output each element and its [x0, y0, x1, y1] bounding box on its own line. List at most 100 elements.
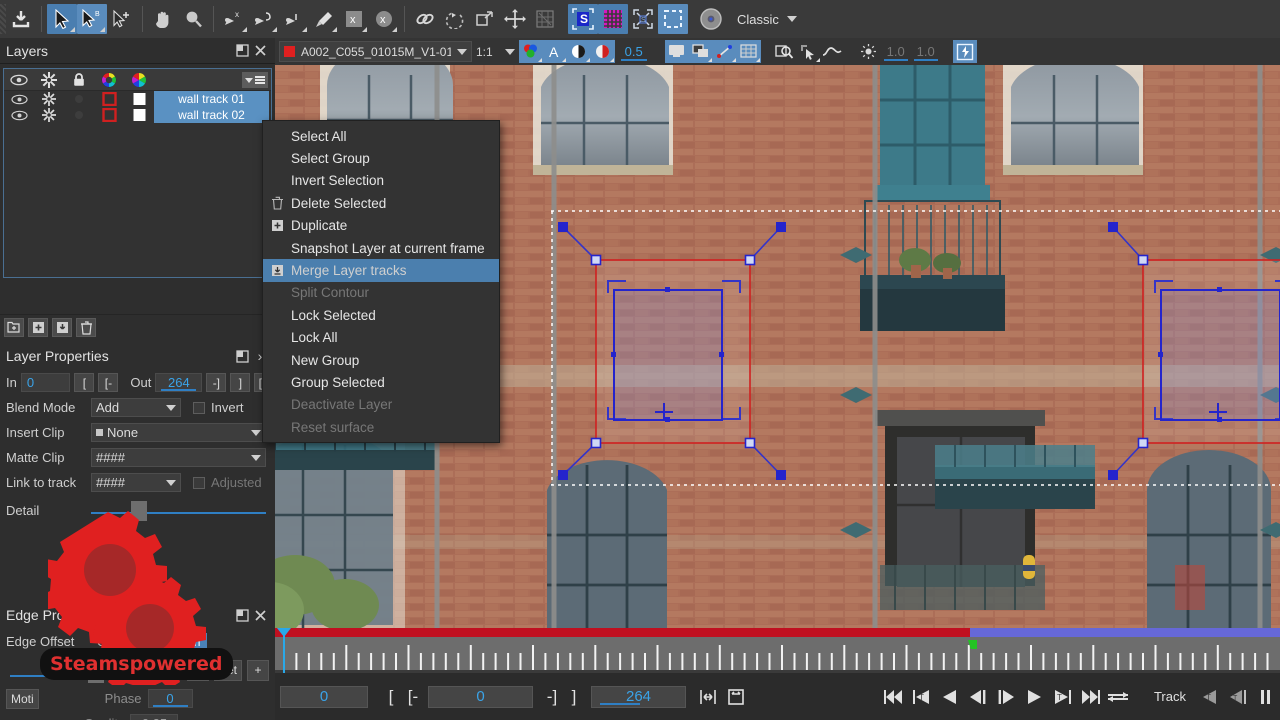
select-b-tool[interactable]: B [77, 4, 107, 34]
layer-context-menu[interactable]: Select All Select Group Invert Selection… [262, 120, 500, 444]
step-forward-button[interactable] [992, 683, 1020, 711]
set-out-minus-button[interactable]: -] [541, 687, 563, 707]
link-to-track-dropdown[interactable]: #### [91, 473, 181, 492]
track-backward-button[interactable]: T [1196, 683, 1224, 711]
gamma-field[interactable]: 1.0 [881, 44, 911, 61]
out-minus-bracket-button[interactable]: -] [206, 373, 227, 392]
magnifier-icon[interactable] [178, 4, 208, 34]
go-to-end-button[interactable] [1076, 683, 1104, 711]
out-field[interactable]: 264 [155, 373, 203, 392]
menu-item-select-group[interactable]: Select Group [263, 147, 499, 169]
lightning-icon[interactable] [952, 40, 977, 63]
next-keyframe-button[interactable]: T [1048, 683, 1076, 711]
menu-item-select-all[interactable]: Select All [263, 125, 499, 147]
link-icon[interactable] [410, 4, 440, 34]
trim-out-icon[interactable] [722, 683, 750, 711]
set-in-minus-button[interactable]: [- [402, 687, 424, 707]
close-icon[interactable] [251, 606, 269, 624]
play-forward-button[interactable] [1020, 683, 1048, 711]
layer-fill-swatch[interactable] [124, 92, 154, 106]
menu-item-duplicate[interactable]: Duplicate [263, 215, 499, 237]
pen-magnetic-icon[interactable] [279, 4, 309, 34]
eye-icon[interactable] [4, 74, 34, 86]
layer-outline-icon[interactable] [688, 40, 713, 63]
pen-bezier-icon[interactable] [249, 4, 279, 34]
adjusted-checkbox[interactable] [193, 476, 205, 489]
blend-mode-dropdown[interactable]: Add [91, 398, 181, 417]
in-field[interactable]: 0 [20, 373, 71, 392]
float-panel-icon[interactable] [233, 42, 251, 60]
monitor-view-icon[interactable] [664, 40, 689, 63]
color-wheel-icon[interactable] [94, 72, 124, 88]
add-layer-icon[interactable] [28, 318, 48, 337]
motion-button[interactable]: Moti [6, 688, 39, 709]
mesh-icon[interactable] [530, 4, 560, 34]
export-icon[interactable] [6, 4, 36, 34]
menu-item-merge-layer-tracks[interactable]: Merge Layer tracks [263, 259, 499, 282]
box-x-icon[interactable]: x [339, 4, 369, 34]
gear-icon[interactable] [34, 108, 64, 122]
float-panel-icon[interactable] [233, 606, 251, 624]
set-in-bracket-button[interactable]: [ [380, 687, 402, 707]
brush-icon[interactable] [309, 4, 339, 34]
quality-field[interactable]: 0.25 [130, 714, 179, 720]
in-bracket-minus-button[interactable]: [- [98, 373, 119, 392]
circle-x-icon[interactable]: x [369, 4, 399, 34]
go-to-start-button[interactable] [880, 683, 908, 711]
frame-ruler[interactable] [275, 628, 1280, 673]
opacity-field[interactable]: 0.5 [617, 44, 651, 61]
matte-overlay-icon[interactable] [566, 40, 591, 63]
insert-clip-dropdown[interactable]: None [91, 423, 266, 442]
layer-fill-swatch[interactable] [124, 108, 154, 122]
prev-keyframe-button[interactable]: T [908, 683, 936, 711]
crop-icon[interactable] [658, 4, 688, 34]
step-back-button[interactable] [964, 683, 992, 711]
layout-preset-dropdown[interactable]: Classic [726, 7, 806, 31]
pen-x-icon[interactable]: x [219, 4, 249, 34]
clip-selector-dropdown[interactable]: A002_C055_01015M_V1-014 [279, 41, 472, 62]
menu-item-new-group[interactable]: New Group [263, 349, 499, 371]
curve-editor-icon[interactable] [821, 40, 845, 63]
gear-icon[interactable] [34, 71, 64, 88]
menu-item-lock-all[interactable]: Lock All [263, 327, 499, 349]
menu-item-lock-selected[interactable]: Lock Selected [263, 304, 499, 326]
in-bracket-button[interactable]: [ [74, 373, 95, 392]
stabilize-s-icon[interactable]: S [568, 4, 598, 34]
move-icon[interactable] [500, 4, 530, 34]
select-tool[interactable] [47, 4, 77, 34]
invert-checkbox[interactable] [193, 401, 205, 414]
menu-item-delete-selected[interactable]: Delete Selected [263, 192, 499, 214]
menu-item-invert-selection[interactable]: Invert Selection [263, 170, 499, 192]
menu-item-snapshot-layer[interactable]: Snapshot Layer at current frame [263, 237, 499, 259]
new-group-icon[interactable] [4, 318, 24, 337]
scale-icon[interactable] [470, 4, 500, 34]
layer-outline-swatch[interactable] [94, 92, 124, 106]
exposure-field[interactable]: 1.0 [911, 44, 941, 61]
gear-icon[interactable] [34, 92, 64, 106]
layers-menu-button[interactable] [242, 72, 268, 88]
play-backward-button[interactable] [936, 683, 964, 711]
surface-s-icon[interactable]: S [628, 4, 658, 34]
add-point-tool[interactable] [107, 4, 137, 34]
track-stop-button[interactable] [1252, 683, 1280, 711]
in-point-field[interactable]: 0 [428, 685, 533, 708]
matte-color-icon[interactable] [590, 40, 615, 63]
lock-icon[interactable] [64, 72, 94, 87]
zoom-ratio-dropdown[interactable]: 1:1 [472, 41, 519, 62]
spline-visibility-icon[interactable] [712, 40, 737, 63]
rgb-channels-icon[interactable] [518, 40, 543, 63]
close-icon[interactable] [251, 42, 269, 60]
eye-icon[interactable] [4, 110, 34, 121]
layer-outline-swatch[interactable] [94, 108, 124, 122]
lock-toggle[interactable] [64, 94, 94, 104]
delete-layer-icon[interactable] [76, 318, 96, 337]
sphere-view-icon[interactable] [696, 4, 726, 34]
trim-in-icon[interactable] [694, 683, 722, 711]
loop-button[interactable] [1104, 683, 1132, 711]
menu-item-group-selected[interactable]: Group Selected [263, 371, 499, 393]
table-row[interactable]: wall track 02 [4, 107, 271, 123]
detail-slider[interactable] [91, 500, 266, 521]
track-back-step-button[interactable]: T [1224, 683, 1252, 711]
import-layer-icon[interactable] [52, 318, 72, 337]
out-bracket-button[interactable]: ] [230, 373, 251, 392]
